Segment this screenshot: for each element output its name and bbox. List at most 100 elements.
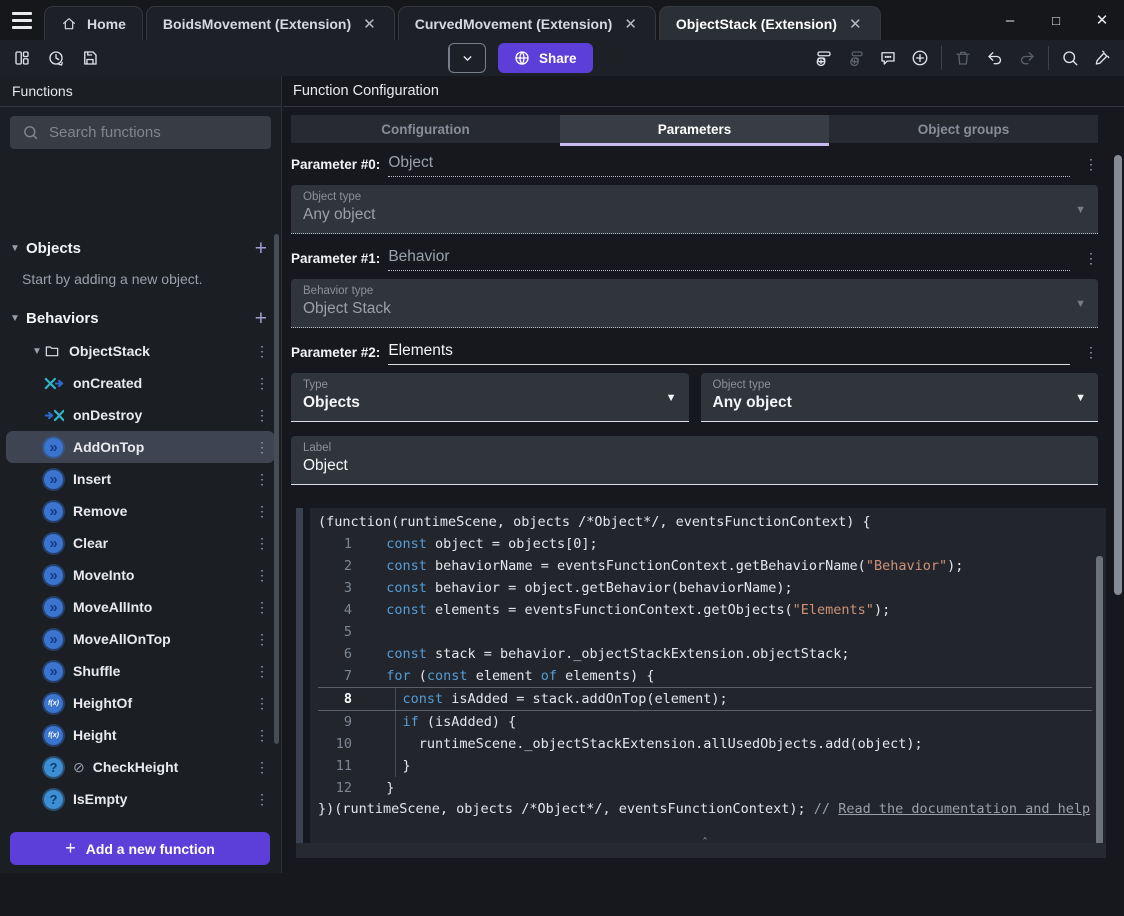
code-line-10[interactable]: 10 runtimeScene._objectStackExtension.al… (318, 733, 1092, 755)
hamburger-icon (12, 11, 32, 29)
tab-object-groups[interactable]: Object groups (829, 115, 1098, 143)
parameter-name-input[interactable]: Behavior (388, 248, 1070, 271)
minimize-button[interactable]: – (1002, 12, 1018, 29)
edit-icon[interactable] (1086, 44, 1118, 72)
line-number: 4 (343, 602, 352, 618)
sidebar-item-insert[interactable]: » Insert ⋮ (6, 463, 275, 495)
code-line-6[interactable]: 6 const stack = behavior._objectStackExt… (318, 643, 1092, 665)
code-line-8[interactable]: 8 const isAdded = stack.addOnTop(element… (318, 687, 1092, 711)
maximize-button[interactable]: □ (1048, 13, 1064, 28)
item-menu-button[interactable]: ⋮ (249, 663, 275, 680)
item-menu-button[interactable]: ⋮ (249, 343, 275, 360)
sidebar-item-oncreated[interactable]: onCreated ⋮ (6, 367, 275, 399)
item-menu-button[interactable]: ⋮ (249, 567, 275, 584)
parameter-name-input[interactable]: Object (388, 154, 1070, 177)
item-menu-button[interactable]: ⋮ (249, 439, 275, 456)
sidebar-item-isempty[interactable]: ? IsEmpty ⋮ (6, 783, 275, 815)
field-type[interactable]: Type Objects ▼ (291, 373, 689, 422)
sidebar-item-checkheight[interactable]: ? ⊘ CheckHeight ⋮ (6, 751, 275, 783)
sidebar-item-remove[interactable]: » Remove ⋮ (6, 495, 275, 527)
panel-scrollbar[interactable] (1114, 155, 1122, 595)
field-behavior-type[interactable]: Behavior type Object Stack ▼ (291, 279, 1098, 328)
field-object-type[interactable]: Object type Any object ▼ (291, 185, 1098, 234)
code-line-3[interactable]: 3 const behavior = object.getBehavior(be… (318, 577, 1092, 599)
add-behaviors-button[interactable]: + (255, 308, 267, 329)
close-tab-icon[interactable]: ✕ (847, 15, 864, 33)
item-label: CheckHeight (92, 759, 179, 775)
line-number: 5 (343, 624, 352, 640)
parameter-name-input[interactable]: Elements (388, 342, 1070, 365)
sidebar-item-objectstack[interactable]: ▼ ObjectStack ⋮ (6, 335, 275, 367)
search-functions-box[interactable] (10, 116, 271, 149)
add-comment-icon[interactable] (872, 44, 904, 72)
tab-parameters[interactable]: Parameters (560, 115, 829, 146)
code-line-5[interactable]: 5 (318, 621, 1092, 643)
share-button[interactable]: Share (498, 43, 593, 73)
tab-curvedmovement-extension[interactable]: CurvedMovement (Extension) ✕ (397, 6, 656, 40)
code-line-2[interactable]: 2 const behaviorName = eventsFunctionCon… (318, 555, 1092, 577)
search-input[interactable] (49, 124, 249, 141)
close-tab-icon[interactable]: ✕ (361, 15, 378, 33)
field-label: Object type (712, 379, 771, 391)
item-menu-button[interactable]: ⋮ (249, 471, 275, 488)
item-menu-button[interactable]: ⋮ (249, 503, 275, 520)
add-new-function-button[interactable]: + Add a new function (10, 832, 270, 865)
code-line-7[interactable]: 7 for (const element of elements) { (318, 665, 1092, 687)
tab-boidsmovement-extension[interactable]: BoidsMovement (Extension) ✕ (145, 6, 395, 40)
add-objects-button[interactable]: + (255, 238, 267, 259)
tab-objectstack-extension[interactable]: ObjectStack (Extension) ✕ (658, 6, 881, 40)
add-circle-icon[interactable] (904, 44, 936, 72)
preview-button[interactable]: Preview (448, 43, 1124, 916)
item-menu-button[interactable]: ⋮ (249, 791, 275, 808)
code-line-1[interactable]: 1 const object = objects[0]; (318, 533, 1092, 555)
sidebar-item-heightof[interactable]: f(x) HeightOf ⋮ (6, 687, 275, 719)
sidebar-item-height[interactable]: f(x) Height ⋮ (6, 719, 275, 751)
main-menu-button[interactable] (0, 0, 44, 40)
sidebar-scrollbar[interactable] (274, 234, 279, 744)
code-line-12[interactable]: 12 } (318, 777, 1092, 799)
item-menu-button[interactable]: ⋮ (249, 407, 275, 424)
sidebar-item-shuffle[interactable]: » Shuffle ⋮ (6, 655, 275, 687)
undo-icon[interactable] (979, 44, 1011, 72)
item-menu-button[interactable]: ⋮ (249, 631, 275, 648)
sidebar-item-moveallontop[interactable]: » MoveAllOnTop ⋮ (6, 623, 275, 655)
field-label[interactable]: Label Object (291, 436, 1098, 485)
code-line-9[interactable]: 9 if (isAdded) { (318, 711, 1092, 733)
action-gear-icon: » (44, 597, 63, 617)
sidebar-item-moveinto[interactable]: » MoveInto ⋮ (6, 559, 275, 591)
parameter-menu-button[interactable]: ⋮ (1070, 250, 1098, 271)
history-icon[interactable] (40, 44, 72, 72)
close-tab-icon[interactable]: ✕ (622, 15, 639, 33)
item-menu-button[interactable]: ⋮ (249, 375, 275, 392)
tab-home[interactable]: Home (44, 6, 143, 40)
sidebar-item-clear[interactable]: » Clear ⋮ (6, 527, 275, 559)
close-button[interactable]: ✕ (1094, 11, 1110, 29)
code-scrollbar[interactable] (1096, 556, 1103, 856)
item-menu-button[interactable]: ⋮ (249, 759, 275, 776)
parameter-menu-button[interactable]: ⋮ (1070, 156, 1098, 177)
code-line-4[interactable]: 4 const elements = eventsFunctionContext… (318, 599, 1092, 621)
parameter-menu-button[interactable]: ⋮ (1070, 344, 1098, 365)
preview-dropdown-button[interactable] (450, 52, 485, 65)
sidebar-item-ondestroy[interactable]: onDestroy ⋮ (6, 399, 275, 431)
field-object-type[interactable]: Object type Any object ▼ (700, 373, 1098, 422)
code-line-11[interactable]: 11 } (318, 755, 1092, 777)
item-menu-button[interactable]: ⋮ (249, 695, 275, 712)
panels-icon[interactable] (6, 44, 38, 72)
sidebar-item-moveallinto[interactable]: » MoveAllInto ⋮ (6, 591, 275, 623)
search-icon[interactable] (1054, 44, 1086, 72)
save-icon[interactable] (74, 44, 106, 72)
home-icon (61, 16, 77, 32)
item-menu-button[interactable]: ⋮ (249, 535, 275, 552)
documentation-link[interactable]: Read the documentation and help (838, 801, 1090, 817)
tab-configuration[interactable]: Configuration (291, 115, 560, 143)
add-event-icon[interactable] (808, 44, 840, 72)
sidebar-item-addontop[interactable]: » AddOnTop ⋮ (6, 431, 275, 463)
item-menu-button[interactable]: ⋮ (249, 599, 275, 616)
javascript-code-editor[interactable]: (function(runtimeScene, objects /*Object… (310, 508, 1106, 858)
section-header-objects[interactable]: ▼ Objects + (0, 231, 281, 265)
section-header-behaviors[interactable]: ▼ Behaviors + (0, 301, 281, 335)
chevron-down-icon[interactable]: ▼ (30, 346, 44, 357)
item-menu-button[interactable]: ⋮ (249, 727, 275, 744)
condition-gear-icon: ? (44, 789, 63, 809)
